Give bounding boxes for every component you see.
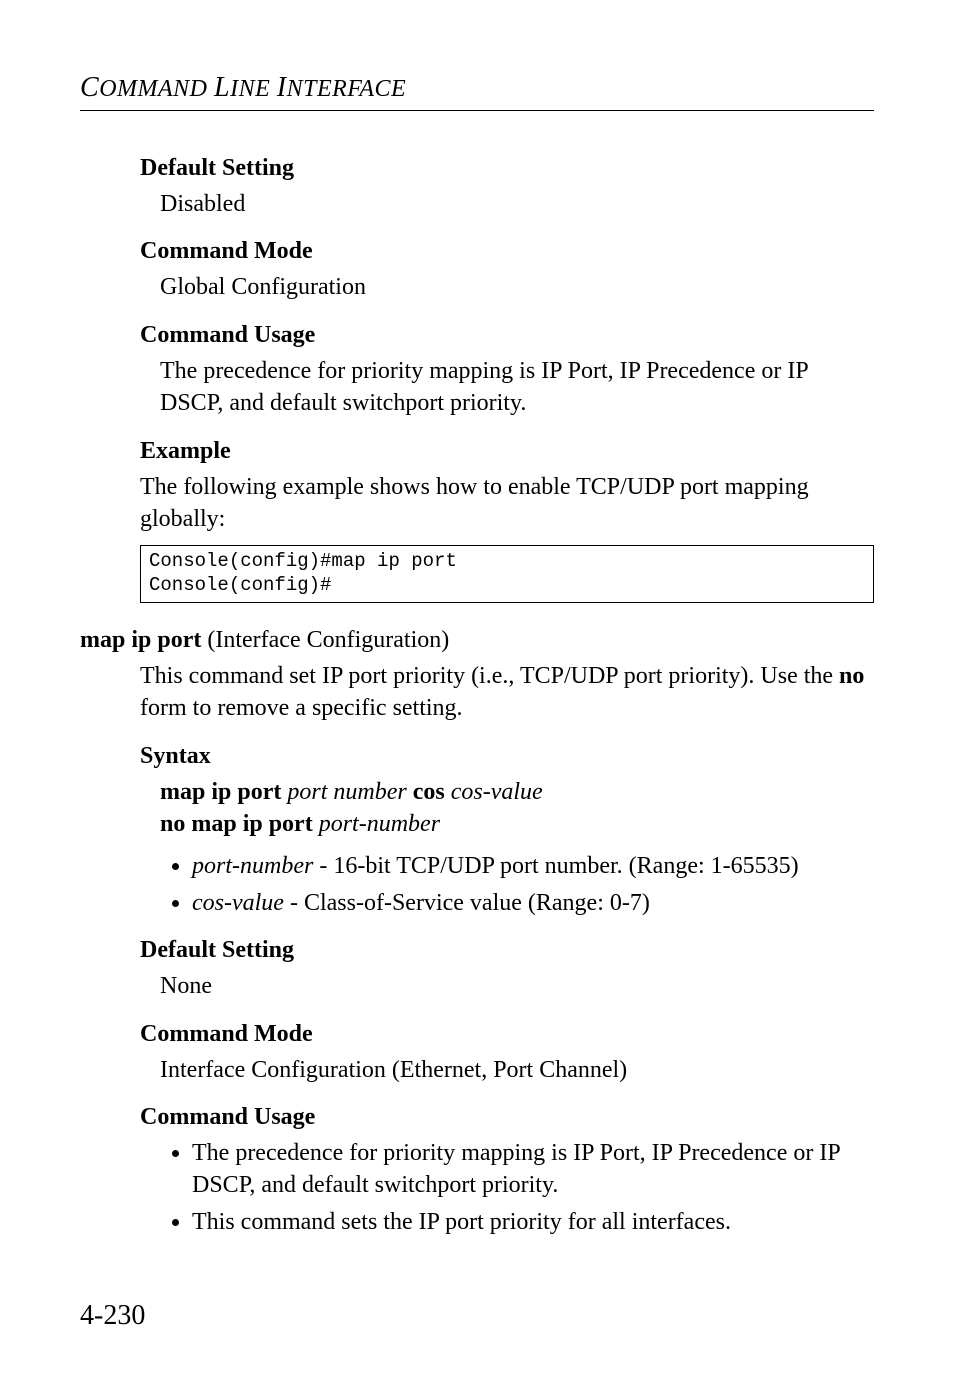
cmd-desc-p1: This command set IP port priority (i.e.,… [140,663,839,689]
usage-item-1: The precedence for priority mapping is I… [192,1137,874,1202]
command-mode-value-1: Global Configuration [160,271,874,303]
param1-name: port-number [192,853,313,879]
command-description: This command set IP port priority (i.e.,… [140,660,874,725]
example-code-block: Console(config)#map ip port Console(conf… [140,545,874,603]
example-intro: The following example shows how to enabl… [140,471,874,536]
param2-desc: - Class-of-Service value (Range: 0-7) [284,890,650,916]
default-setting-heading-2: Default Setting [140,937,874,964]
rh-c1: C [80,72,99,103]
command-usage-value-1: The precedence for priority mapping is I… [160,355,874,420]
command-mode-heading-1: Command Mode [140,238,874,265]
default-setting-value-2: None [160,970,874,1002]
usage-item-2: This command sets the IP port priority f… [192,1206,874,1238]
usage-list: The precedence for priority mapping is I… [192,1137,874,1238]
command-title: map ip port (Interface Configuration) [80,627,874,654]
default-setting-value-1: Disabled [160,188,874,220]
command-mode-value-2: Interface Configuration (Ethernet, Port … [160,1054,874,1086]
syntax-l1-b2: cos [413,779,445,805]
running-header: COMMAND LINE INTERFACE [80,72,874,104]
command-usage-heading-1: Command Usage [140,322,874,349]
syntax-l1-i2: cos-value [445,779,543,805]
command-title-bold: map ip port [80,627,201,653]
command-title-rest: (Interface Configuration) [201,627,449,653]
syntax-block: map ip port port number cos cos-value no… [160,776,874,841]
page-number: 4-230 [80,1300,145,1332]
param2-name: cos-value [192,890,284,916]
syntax-heading: Syntax [140,743,874,770]
syntax-l2-i: port-number [313,811,440,837]
syntax-l1-i1: port number [281,779,412,805]
example-heading: Example [140,438,874,465]
rh-t1: OMMAND [99,76,214,102]
parameter-list: port-number - 16-bit TCP/UDP port number… [192,850,874,919]
rh-t3: NTERFACE [287,76,407,102]
command-mode-heading-2: Command Mode [140,1021,874,1048]
cmd-desc-bold: no [839,663,864,689]
header-rule [80,110,874,111]
syntax-l2-b: no map ip port [160,811,313,837]
rh-c2: L [214,72,230,103]
param1-desc: - 16-bit TCP/UDP port number. (Range: 1-… [313,853,798,879]
command-usage-heading-2: Command Usage [140,1104,874,1131]
param-item-1: port-number - 16-bit TCP/UDP port number… [192,850,874,882]
default-setting-heading-1: Default Setting [140,155,874,182]
rh-t2: INE [230,76,277,102]
rh-c3: I [277,72,287,103]
cmd-desc-p2: form to remove a specific setting. [140,695,463,721]
param-item-2: cos-value - Class-of-Service value (Rang… [192,887,874,919]
syntax-l1-b1: map ip port [160,779,281,805]
